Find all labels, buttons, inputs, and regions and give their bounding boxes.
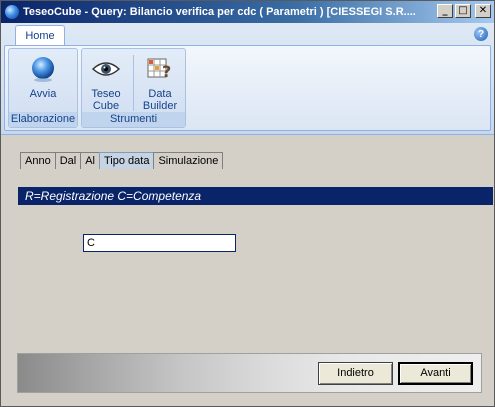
group-elaborazione: Avvia Elaborazione — [8, 48, 78, 128]
data-builder-button[interactable]: ? Data Builder — [137, 53, 183, 112]
svg-text:?: ? — [162, 62, 171, 81]
tab-tipo-data[interactable]: Tipo data — [99, 152, 155, 169]
info-banner: R=Registrazione C=Competenza — [18, 187, 493, 205]
tab-simulazione[interactable]: Simulazione — [153, 152, 224, 169]
app-globe-icon — [5, 5, 19, 19]
avvia-label: Avvia — [29, 88, 57, 100]
data-builder-label-line1: Data — [148, 88, 172, 100]
group-strumenti: Teseo Cube ? Data Builder Strumenti — [81, 48, 186, 128]
next-button[interactable]: Avanti — [398, 362, 473, 385]
help-icon[interactable]: ? — [474, 27, 488, 41]
teseo-cube-button[interactable]: Teseo Cube — [83, 53, 129, 112]
tab-dal[interactable]: Dal — [54, 152, 82, 169]
window-controls: _ □ ✕ — [437, 4, 491, 18]
parameter-tabs: Anno Dal Al Tipo data Simulazione — [20, 152, 224, 169]
teseo-cube-label-line1: Teseo — [91, 88, 121, 100]
window-title: TeseoCube - Query: Bilancio verifica per… — [23, 6, 416, 18]
back-button[interactable]: Indietro — [318, 362, 393, 385]
teseo-cube-label: Teseo Cube — [91, 88, 120, 112]
tab-anno[interactable]: Anno — [20, 152, 56, 169]
footer-bar: Indietro Avanti — [17, 353, 482, 393]
globe-icon — [27, 53, 59, 85]
minimize-button[interactable]: _ — [437, 4, 453, 18]
ribbon-panel: Avvia Elaborazione Teseo Cube ? Data Bui… — [4, 45, 491, 131]
main-window: TeseoCube - Query: Bilancio verifica per… — [0, 0, 495, 407]
avvia-button[interactable]: Avvia — [20, 53, 66, 100]
maximize-button[interactable]: □ — [455, 4, 471, 18]
data-builder-label: Data Builder — [143, 88, 177, 112]
tab-al[interactable]: Al — [80, 152, 100, 169]
teseo-cube-label-line2: Cube — [92, 100, 120, 112]
group-label-strumenti: Strumenti — [82, 112, 185, 127]
tipo-data-input[interactable]: C — [83, 234, 236, 252]
grid-help-icon: ? — [144, 53, 176, 85]
eye-icon — [90, 53, 122, 85]
tab-home[interactable]: Home — [15, 25, 65, 45]
close-button[interactable]: ✕ — [475, 4, 491, 18]
ribbon-separator — [133, 55, 134, 111]
title-bar[interactable]: TeseoCube - Query: Bilancio verifica per… — [1, 1, 494, 23]
data-builder-label-line2: Builder — [142, 100, 178, 112]
group-label-elaborazione: Elaborazione — [9, 112, 77, 127]
ribbon: Home ? Avvia Elaborazione Teseo Cube ? D… — [1, 23, 494, 135]
